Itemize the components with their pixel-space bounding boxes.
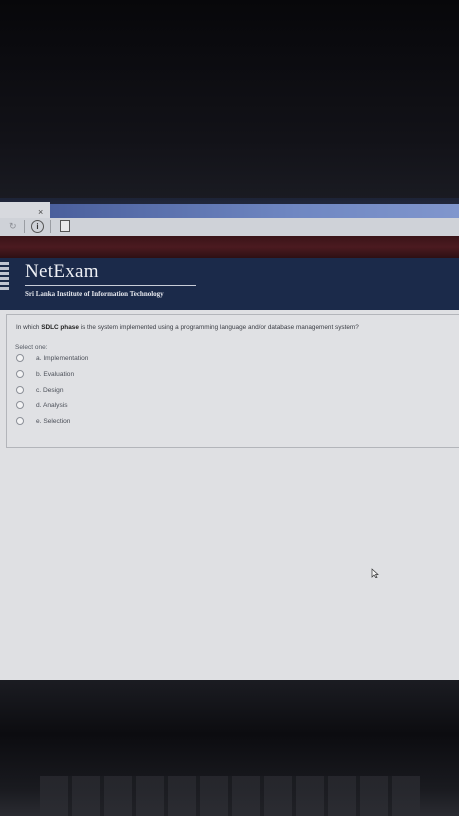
dark-surroundings <box>0 0 459 200</box>
radio-button[interactable] <box>16 386 24 394</box>
radio-button[interactable] <box>16 370 24 378</box>
reload-icon[interactable]: ↻ <box>9 221 17 232</box>
answer-option-d[interactable]: d. Analysis <box>16 400 68 410</box>
main-content: In which SDLC phase is the system implem… <box>0 310 459 680</box>
browser-window: × ↻ i NetExam Sri Lanka Institute of Inf… <box>0 198 459 680</box>
document-icon[interactable] <box>60 220 70 232</box>
radio-button[interactable] <box>16 401 24 409</box>
site-top-bar <box>0 236 459 258</box>
site-header: NetExam Sri Lanka Institute of Informati… <box>0 258 459 310</box>
question-suffix: is the system implemented using a progra… <box>78 324 359 331</box>
radio-button[interactable] <box>16 417 24 425</box>
radio-button[interactable] <box>16 354 24 362</box>
title-divider <box>25 285 196 286</box>
logo-icon <box>0 262 9 292</box>
option-label[interactable]: d. Analysis <box>36 402 68 409</box>
answer-option-c[interactable]: c. Design <box>16 385 64 395</box>
question-text: In which SDLC phase is the system implem… <box>16 324 359 331</box>
site-subtitle: Sri Lanka Institute of Information Techn… <box>25 290 164 298</box>
answer-option-b[interactable]: b. Evaluation <box>16 369 74 379</box>
mouse-cursor-icon <box>371 568 379 578</box>
question-card: In which SDLC phase is the system implem… <box>6 314 459 448</box>
browser-tab[interactable]: × <box>0 202 50 218</box>
tab-strip: × <box>0 198 459 218</box>
tab-bar-background <box>50 204 459 218</box>
option-label[interactable]: b. Evaluation <box>36 371 74 378</box>
option-label[interactable]: e. Selection <box>36 418 70 425</box>
site-title[interactable]: NetExam <box>25 261 99 283</box>
select-one-label: Select one: <box>15 344 48 351</box>
toolbar-divider <box>50 220 51 233</box>
answer-option-e[interactable]: e. Selection <box>16 416 70 426</box>
option-label[interactable]: c. Design <box>36 387 64 394</box>
question-highlight: SDLC phase <box>41 324 79 331</box>
close-icon[interactable]: × <box>38 207 43 217</box>
toolbar-divider <box>24 220 25 233</box>
info-icon[interactable]: i <box>31 220 44 233</box>
monitor-bezel <box>0 680 459 816</box>
answer-option-a[interactable]: a. Implementation <box>16 353 88 363</box>
keyboard-reflection <box>40 776 420 816</box>
option-label[interactable]: a. Implementation <box>36 355 88 362</box>
question-prefix: In which <box>16 324 42 331</box>
